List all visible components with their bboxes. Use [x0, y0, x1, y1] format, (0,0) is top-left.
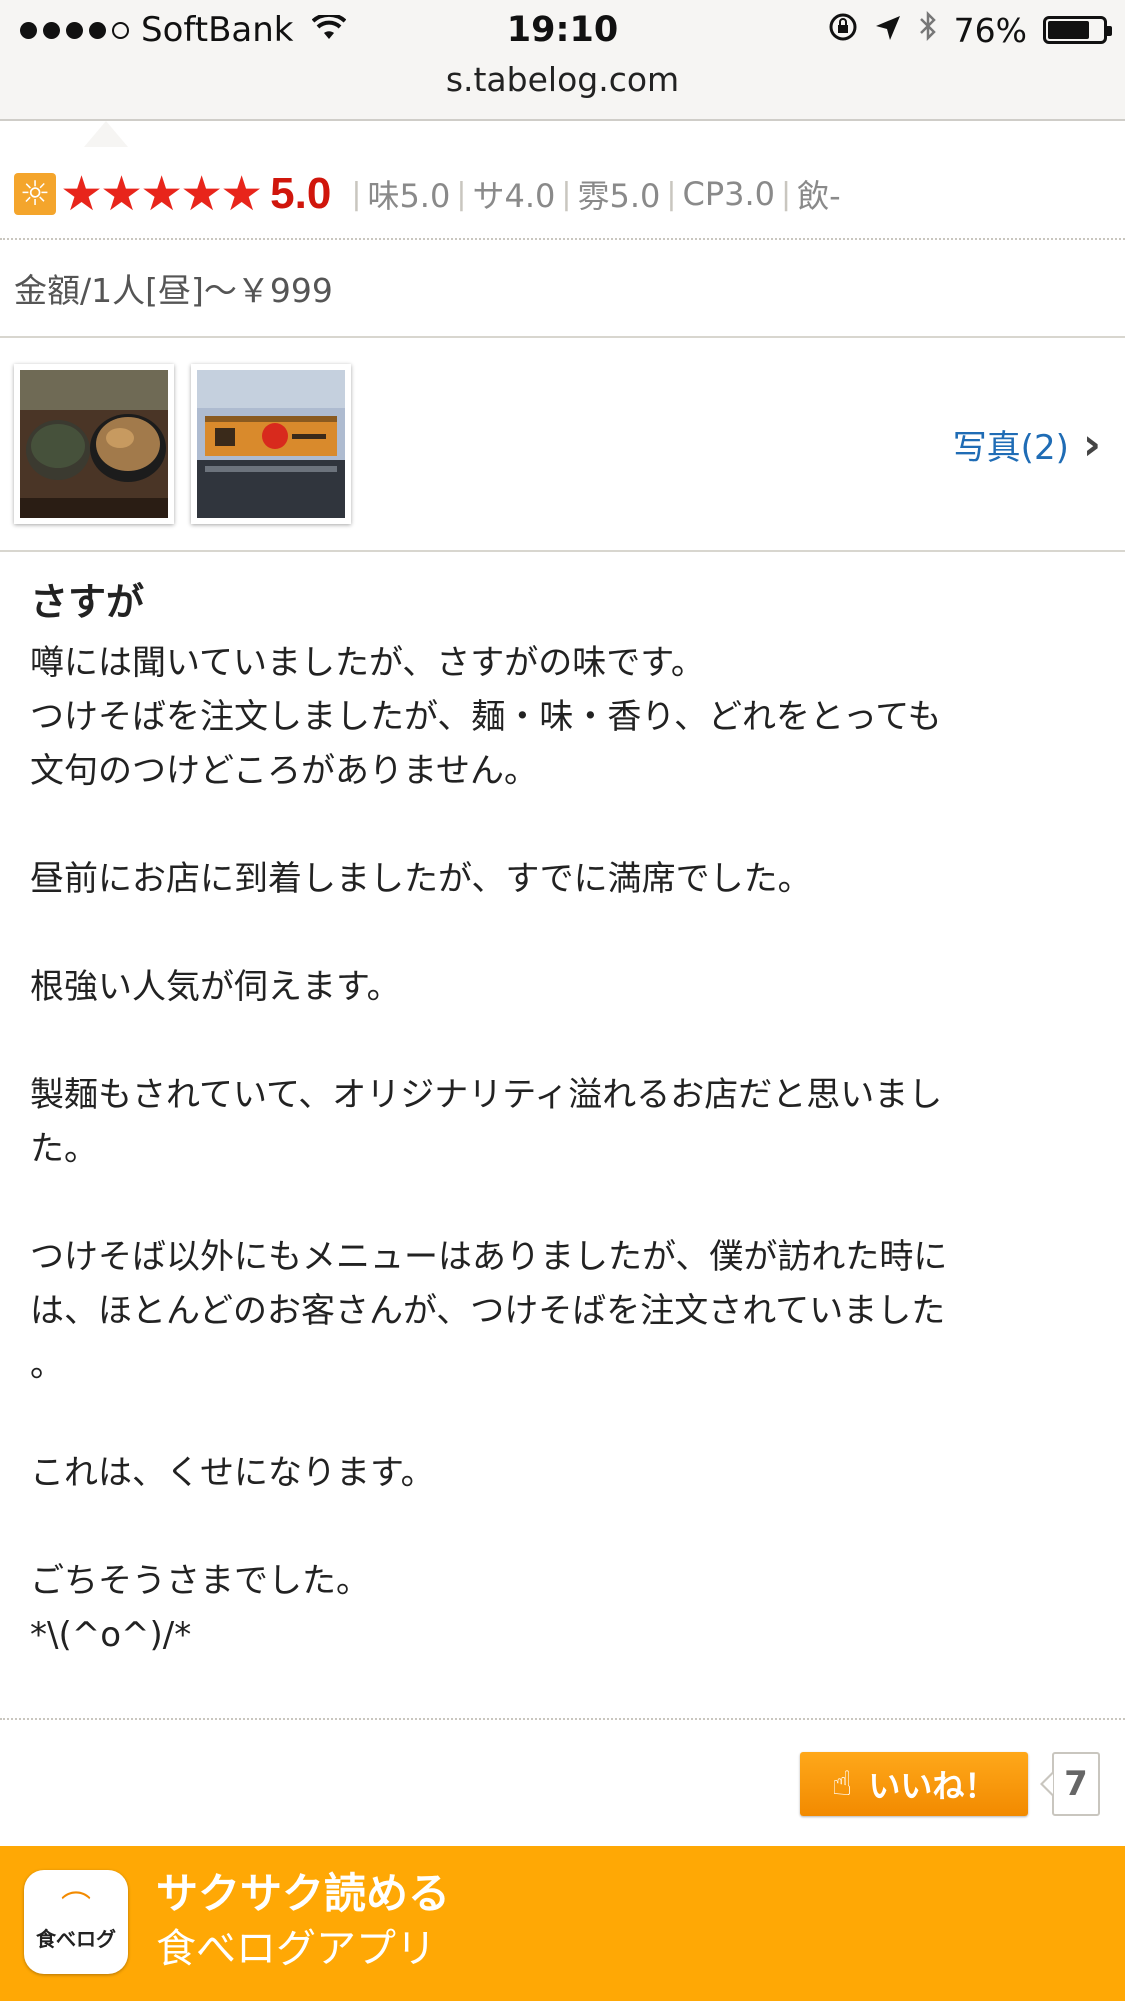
subscore-drinks: 飲-: [797, 177, 841, 215]
review-line: は、ほとんどのお客さんが、つけそばを注文されていました: [30, 1291, 946, 1331]
review-line: 。: [30, 1345, 64, 1385]
price-row: 金額/1人[昼]〜￥999: [0, 240, 1125, 338]
star-icon: ★: [220, 166, 264, 222]
review-line: *\(^o^)/*: [30, 1615, 192, 1655]
subscore-taste: 味5.0: [367, 177, 451, 215]
photos-link[interactable]: 写真(2) ›: [953, 420, 1101, 469]
rating-row: ☼ ★ ★ ★ ★ ★ 5.0 | 味5.0 | サ4.0 | 雰5.0 | CP3.0…: [0, 150, 1125, 240]
photos-row: 写真(2) ›: [0, 338, 1125, 552]
battery-percent: 76%: [953, 10, 1027, 50]
review-body: 噂には聞いていましたが、さすがの味です。 つけそばを注文しましたが、麺・味・香り…: [30, 636, 1100, 1662]
photos-link-label: 写真(2): [952, 428, 1069, 468]
star-icon: ★: [180, 166, 224, 222]
status-right: 76%: [828, 8, 1112, 52]
review-line: ごちそうさまでした。: [30, 1561, 370, 1601]
star-rating: ★ ★ ★ ★ ★: [60, 166, 264, 222]
battery-icon: [1043, 16, 1112, 44]
location-arrow-icon: [874, 11, 902, 50]
hand-icon: ☝: [831, 1764, 853, 1804]
like-count: 7: [1040, 1752, 1100, 1816]
review-line: つけそば以外にもメニューはありましたが、僕が訪れた時に: [30, 1237, 948, 1277]
review-line: 製麺もされていて、オリジナリティ溢れるお店だと思いまし: [30, 1075, 943, 1115]
price-text: 金額/1人[昼]〜￥999: [14, 271, 333, 310]
rating-score: 5.0: [270, 169, 332, 218]
star-icon: ★: [140, 166, 184, 222]
tabelog-app-icon: ⌒ 食べログ: [24, 1870, 128, 1974]
sun-icon: ☼: [14, 173, 56, 215]
orientation-lock-icon: [828, 11, 858, 50]
bluetooth-icon: [918, 10, 938, 50]
review-line: これは、くせになります。: [30, 1453, 435, 1493]
subscore-cp: CP3.0: [682, 175, 776, 213]
review: さすが 噂には聞いていましたが、さすがの味です。 つけそばを注文しましたが、麺・…: [30, 576, 1100, 1662]
chevron-right-icon: ›: [1082, 418, 1101, 470]
chopsticks-icon: ⌒: [61, 1890, 91, 1925]
battery-fill: [1048, 21, 1089, 39]
tab-pointer: [84, 121, 128, 147]
app-icon-label: 食べログ: [36, 1927, 116, 1951]
banner-title: サクサク読める: [156, 1869, 451, 1918]
subscore-service: サ4.0: [472, 177, 556, 215]
sub-scores: | 味5.0 | サ4.0 | 雰5.0 | CP3.0 | 飲-: [345, 171, 840, 217]
like-button-label: いいね！: [868, 1767, 997, 1805]
star-icon: ★: [100, 166, 144, 222]
url-bar[interactable]: s.tabelog.com: [0, 58, 1125, 102]
review-line: た。: [30, 1129, 98, 1169]
like-button[interactable]: ☝ いいね！: [800, 1752, 1028, 1816]
review-line: 文句のつけどころがありません。: [30, 751, 538, 791]
star-icon: ★: [60, 166, 104, 222]
review-line: 根強い人気が伺えます。: [30, 967, 401, 1007]
review-line: つけそばを注文しましたが、麺・味・香り、どれをとっても: [30, 697, 942, 737]
photo-thumbnail-tsukesoba[interactable]: [14, 364, 174, 524]
subscore-atmosphere: 雰5.0: [577, 177, 661, 215]
photo-thumbnail-storefront[interactable]: [191, 364, 351, 524]
like-row: ☝ いいね！ 7: [0, 1718, 1125, 1848]
review-line: 噂には聞いていましたが、さすがの味です。: [30, 643, 705, 683]
browser-top-bar: SoftBank 19:10 76% s.tabelog.com: [0, 0, 1125, 121]
banner-subtitle: 食べログアプリ: [156, 1926, 436, 1972]
app-download-banner[interactable]: ⌒ 食べログ サクサク読める 食べログアプリ: [0, 1846, 1125, 2001]
review-title: さすが: [30, 580, 145, 624]
review-line: 昼前にお店に到着しましたが、すでに満席でした。: [30, 859, 812, 899]
